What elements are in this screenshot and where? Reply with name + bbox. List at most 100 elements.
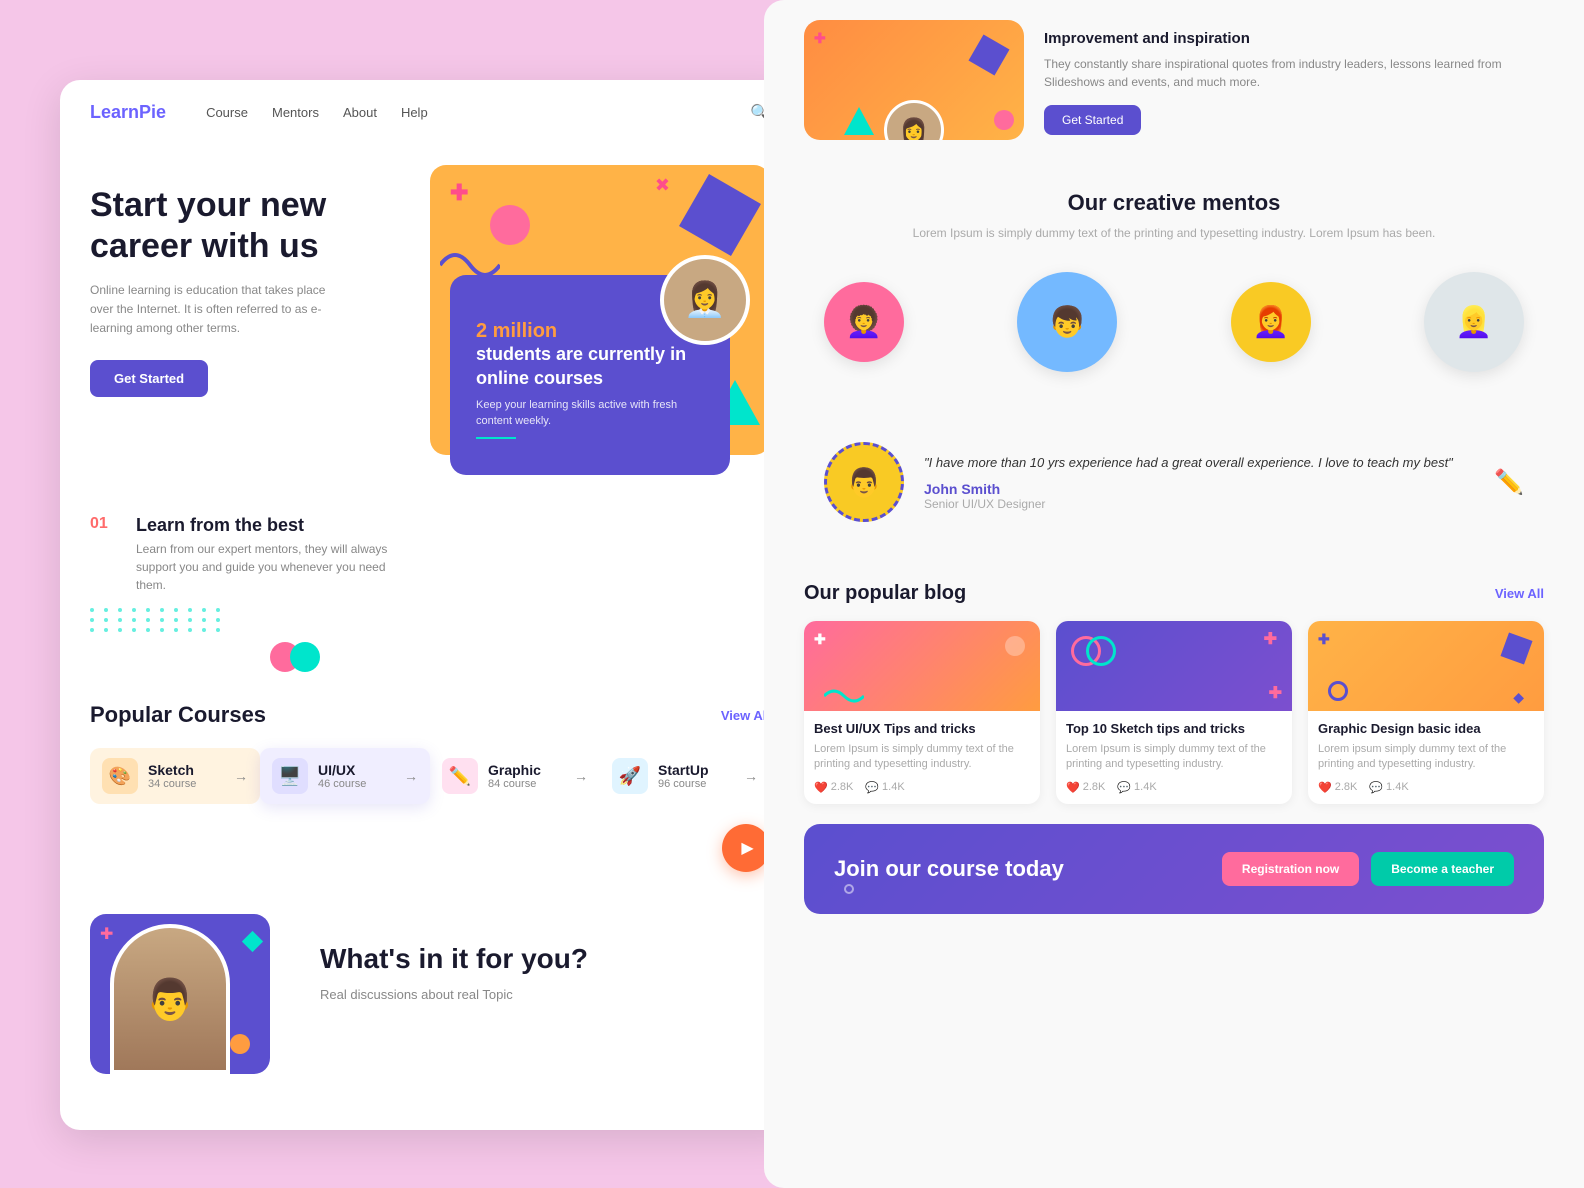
blog-section: Our popular blog View All ✚ Best UI/UX T…	[804, 562, 1544, 964]
nav-mentors[interactable]: Mentors	[272, 105, 319, 120]
right-top-cta-button[interactable]: Get Started	[1044, 105, 1141, 135]
course-item-graphic[interactable]: ✏️ Graphic 84 course →	[430, 748, 600, 804]
courses-grid: 🎨 Sketch 34 course → 🖥️ UI/UX 46 course …	[90, 748, 770, 804]
b3-deco3	[1328, 681, 1348, 701]
dot-grid-decoration	[90, 608, 770, 632]
mentors-subtitle: Lorem Ipsum is simply dummy text of the …	[804, 224, 1544, 242]
right-top-text: Improvement and inspiration They constan…	[1044, 20, 1544, 140]
blog-card-3-image: ✚ ◆	[1308, 621, 1544, 711]
mentors-section: Our creative mentos Lorem Ipsum is simpl…	[804, 170, 1544, 412]
blog-header: Our popular blog View All	[804, 582, 1544, 605]
mentor-avatar-4[interactable]: 👱‍♀️	[1424, 272, 1524, 372]
nav-course[interactable]: Course	[206, 105, 248, 120]
whats-text: What's in it for you? Real discussions a…	[320, 943, 770, 1006]
startup-name: StartUp	[658, 762, 709, 778]
blog-card-3-stats: ❤️ 2.8K 💬 1.4K	[1318, 781, 1534, 794]
cta-text: Join our course today	[834, 856, 1064, 882]
whats-description: Real discussions about real Topic	[320, 985, 770, 1006]
sketch-arrow: →	[234, 768, 248, 784]
mentor-avatar-3[interactable]: 👩‍🦰	[1231, 282, 1311, 362]
testimonial-section: 👨 "I have more than 10 yrs experience ha…	[804, 422, 1544, 542]
sketch-name: Sketch	[148, 762, 196, 778]
deco-teal-diamond	[242, 931, 263, 952]
uiux-count: 46 course	[318, 778, 366, 790]
graphic-icon: ✏️	[442, 758, 478, 794]
mentor-avatar-2[interactable]: 👦	[1017, 272, 1117, 372]
become-teacher-button[interactable]: Become a teacher	[1371, 852, 1514, 886]
right-top-image: ✚ 👩	[804, 20, 1024, 140]
hero-stats-text: 2 million students are currently in onli…	[460, 304, 730, 455]
blog-card-1[interactable]: ✚ Best UI/UX Tips and tricks Lorem Ipsum…	[804, 621, 1040, 804]
hero-purple-bg: 2 million students are currently in onli…	[450, 275, 730, 475]
right-top-section: ✚ 👩 Improvement and inspiration They con…	[804, 0, 1544, 140]
cta-decoration-dot	[844, 884, 854, 894]
courses-section: Popular Courses View All 🎨 Sketch 34 cou…	[60, 672, 800, 824]
learn-item: 01 Learn from the best Learn from our ex…	[90, 515, 770, 594]
learn-number: 01	[90, 515, 120, 533]
blog-card-2[interactable]: ✚ ✚ Top 10 Sketch tips and tricks Lorem …	[1056, 621, 1292, 804]
b3-deco2	[1500, 632, 1532, 664]
nav-about[interactable]: About	[343, 105, 377, 120]
mentor-avatar-1[interactable]: 👩‍🦱	[824, 282, 904, 362]
whats-section: ✚ 👨 What's in it for you? Real discussio…	[60, 854, 800, 1094]
uiux-arrow: →	[404, 768, 418, 784]
blog-card-3-content: Graphic Design basic idea Lorem ipsum si…	[1308, 711, 1544, 804]
blog-card-2-desc: Lorem Ipsum is simply dummy text of the …	[1066, 742, 1282, 773]
deco-circle-teal	[290, 642, 320, 672]
course-item-uiux[interactable]: 🖥️ UI/UX 46 course →	[260, 748, 430, 804]
courses-section-title: Popular Courses	[90, 702, 266, 728]
sketch-info: Sketch 34 course	[148, 762, 196, 790]
nav-help[interactable]: Help	[401, 105, 428, 120]
learn-section: 01 Learn from the best Learn from our ex…	[60, 485, 800, 672]
hero-accent-line	[476, 437, 516, 439]
blog-card-1-desc: Lorem Ipsum is simply dummy text of the …	[814, 742, 1030, 773]
testimonial-name: John Smith	[924, 481, 1474, 497]
graphic-name: Graphic	[488, 762, 541, 778]
startup-icon: 🚀	[612, 758, 648, 794]
hero-description: Online learning is education that takes …	[90, 281, 350, 339]
blog-card-3[interactable]: ✚ ◆ Graphic Design basic idea Lorem ipsu…	[1308, 621, 1544, 804]
img-plus-1: ✚	[814, 30, 826, 47]
blog-2-likes: ❤️ 2.8K	[1066, 781, 1105, 794]
play-btn-container: ▶	[90, 824, 770, 854]
course-item-sketch[interactable]: 🎨 Sketch 34 course →	[90, 748, 260, 804]
blog-card-1-stats: ❤️ 2.8K 💬 1.4K	[814, 781, 1030, 794]
startup-arrow: →	[744, 768, 758, 784]
courses-view-all[interactable]: View All	[721, 708, 770, 723]
blog-view-all[interactable]: View All	[1495, 586, 1544, 601]
blog-grid: ✚ Best UI/UX Tips and tricks Lorem Ipsum…	[804, 621, 1544, 804]
logo: LearnPie	[90, 102, 166, 123]
testimonial-avatar: 👨	[824, 442, 904, 522]
deco-orange-circle	[230, 1034, 250, 1054]
hero-cta-button[interactable]: Get Started	[90, 360, 208, 397]
registration-button[interactable]: Registration now	[1222, 852, 1359, 886]
b2-deco3: ✚	[1264, 629, 1277, 649]
right-top-heading: Improvement and inspiration	[1044, 30, 1544, 47]
uiux-name: UI/UX	[318, 762, 366, 778]
img-circle-pink	[994, 110, 1014, 130]
testimonial-quote: "I have more than 10 yrs experience had …	[924, 453, 1474, 473]
graphic-info: Graphic 84 course	[488, 762, 541, 790]
pencil-icon: ✏️	[1494, 468, 1524, 497]
right-top-avatar: 👩	[884, 100, 944, 140]
stats-highlight: 2 million	[476, 320, 714, 343]
graphic-arrow: →	[574, 768, 588, 784]
cross-shape: ✖	[655, 175, 670, 196]
plus-shape-1: ✚	[450, 180, 468, 206]
left-card: LearnPie Course Mentors About Help 🔍 Sta…	[60, 80, 800, 1130]
img-triangle-teal	[844, 107, 874, 135]
hero-illustration: ✚ ✚ ✖ 👩 2 million students are c	[450, 165, 770, 485]
course-item-startup[interactable]: 🚀 StartUp 96 course →	[600, 748, 770, 804]
startup-count: 96 course	[658, 778, 709, 790]
b2-deco4: ✚	[1269, 683, 1282, 703]
navigation: LearnPie Course Mentors About Help 🔍	[60, 80, 800, 145]
blog-card-1-title: Best UI/UX Tips and tricks	[814, 721, 1030, 736]
blog-card-3-desc: Lorem ipsum simply dummy text of the pri…	[1318, 742, 1534, 773]
learn-description: Learn from our expert mentors, they will…	[136, 540, 396, 594]
stats-sub-text: Keep your learning skills active with fr…	[476, 398, 714, 429]
stats-main-text: students are currently in online courses	[476, 343, 714, 390]
testimonial-text: "I have more than 10 yrs experience had …	[924, 453, 1474, 511]
whats-title: What's in it for you?	[320, 943, 770, 975]
deco-circles	[270, 642, 770, 672]
blog-2-comments: 💬 1.4K	[1117, 781, 1156, 794]
